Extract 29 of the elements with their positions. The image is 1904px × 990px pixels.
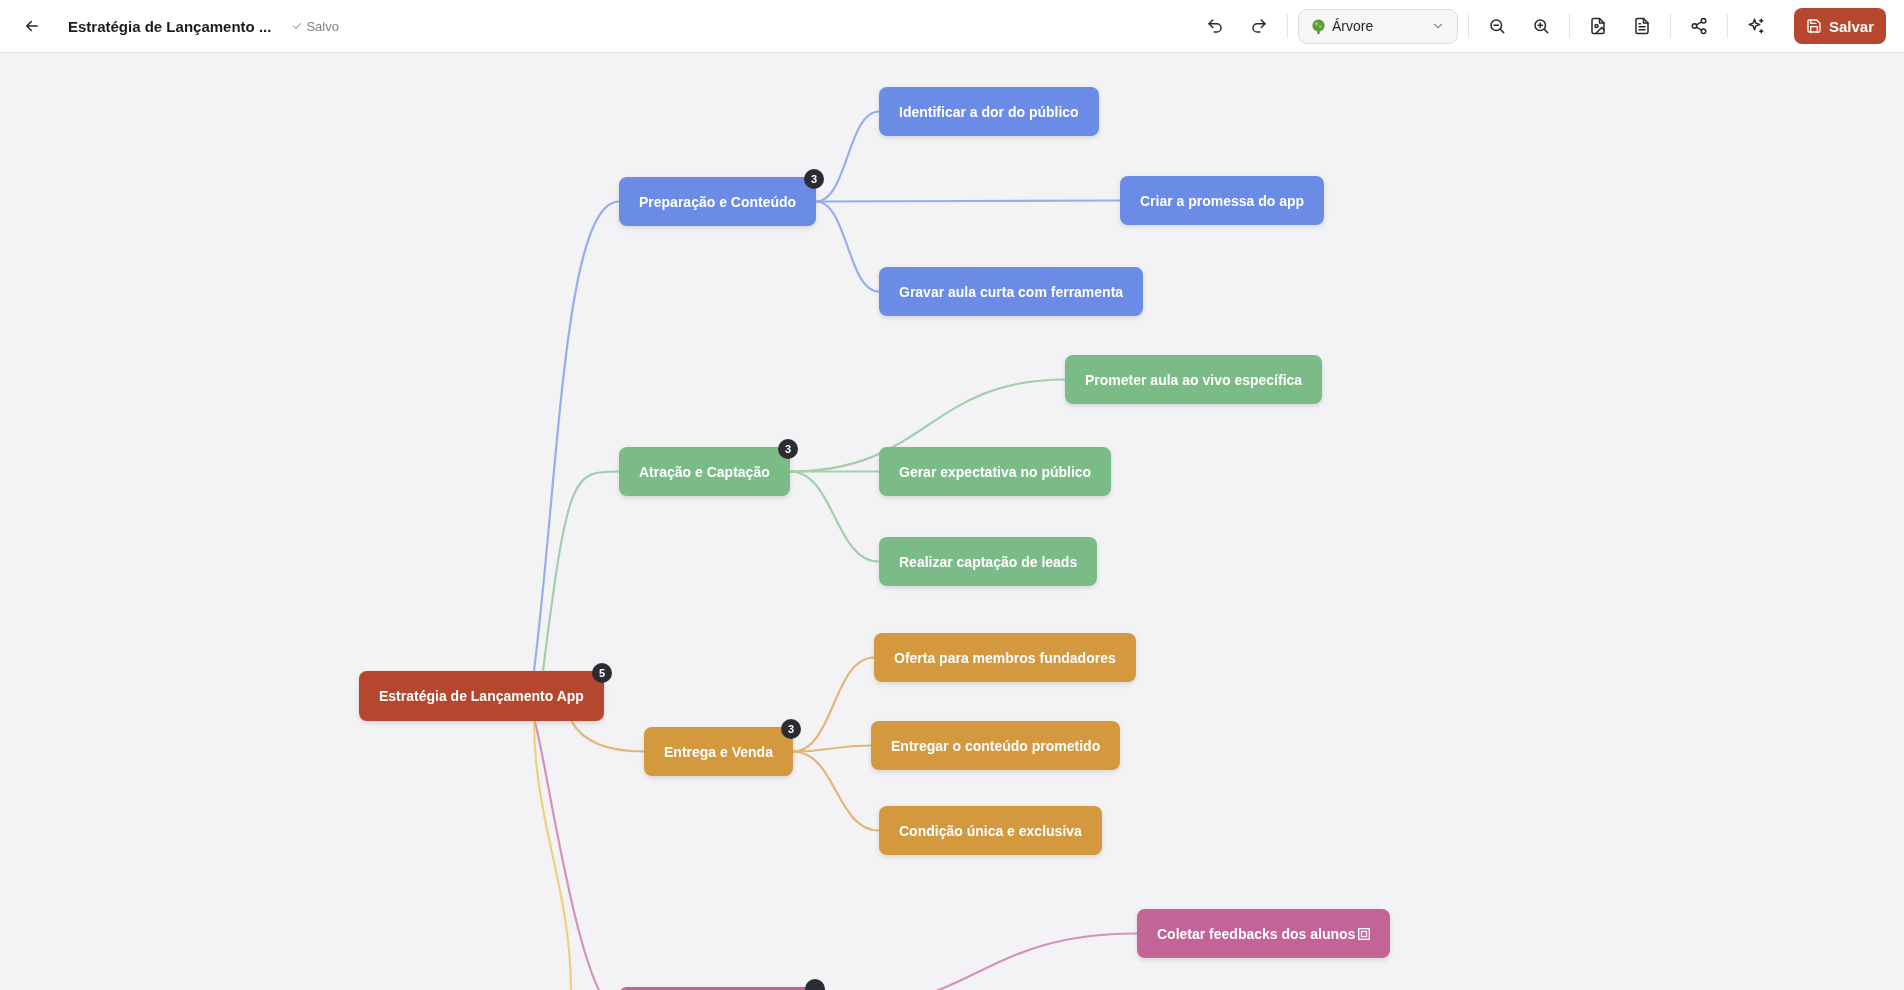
document-title: Estratégia de Lançamento ...	[68, 17, 272, 35]
topic-node[interactable]: Coletar feedbacks dos alunos	[1137, 909, 1391, 958]
count-badge: 3	[804, 169, 824, 189]
save-button[interactable]: Salvar	[1793, 8, 1886, 44]
zoom-in-icon	[1531, 17, 1550, 35]
undo-icon	[1205, 17, 1224, 35]
count-badge: 3	[778, 439, 798, 459]
topic-node[interactable]: Entregar o conteúdo prometido	[871, 721, 1121, 770]
save-icon	[1805, 18, 1822, 34]
save-status: Salvo	[291, 18, 339, 34]
tree-icon	[1310, 18, 1326, 34]
image-file-icon	[1588, 17, 1607, 35]
topic-node[interactable]: Realizar captação de leads	[879, 537, 1098, 586]
document-icon	[1632, 17, 1651, 35]
topic-node[interactable]: Gerar expectativa no público	[879, 447, 1112, 496]
sparkles-icon	[1746, 17, 1765, 35]
topic-node[interactable]: Gravar aula curta com ferramenta	[879, 267, 1144, 316]
topic-node[interactable]: Condição única e exclusiva	[879, 806, 1102, 855]
count-badge: 3	[781, 719, 801, 739]
redo-icon	[1249, 17, 1268, 35]
share-icon	[1689, 17, 1708, 35]
topic-node[interactable]: Prometer aula ao vivo específica	[1065, 355, 1323, 404]
topic-node[interactable]: Oferta para membros fundadores	[874, 633, 1136, 682]
view-select[interactable]: Árvore	[1297, 8, 1458, 44]
check-icon	[291, 20, 304, 32]
topic-node[interactable]: Identificar a dor do público	[879, 87, 1099, 136]
zoom-out-icon	[1487, 17, 1506, 35]
count-badge: 5	[592, 663, 612, 683]
topic-node[interactable]: Criar a promessa do app	[1120, 176, 1325, 225]
